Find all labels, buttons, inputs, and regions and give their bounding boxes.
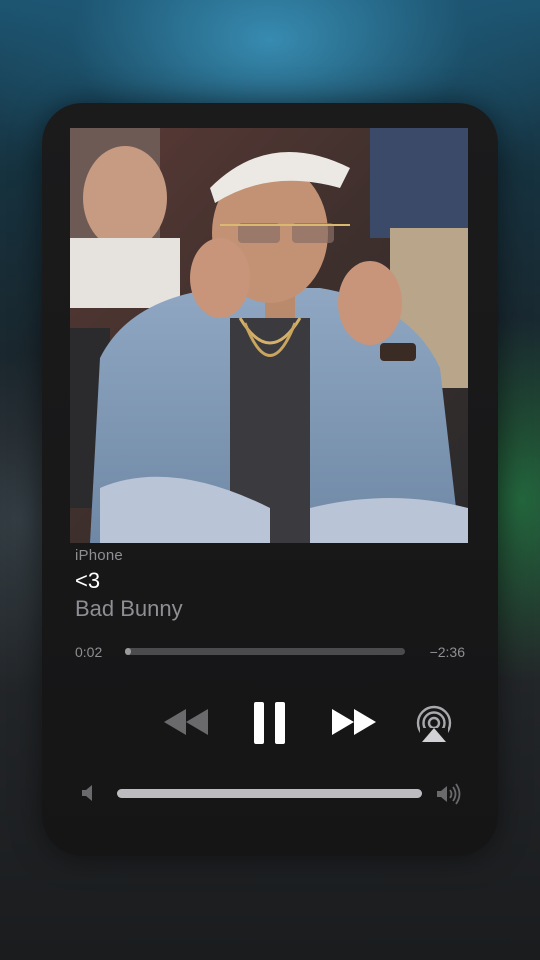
artist-name: Bad Bunny — [75, 596, 183, 621]
speaker-low-icon — [80, 785, 98, 807]
volume-low-indicator — [80, 783, 98, 803]
pause-button[interactable] — [248, 700, 292, 746]
rewind-icon — [162, 709, 212, 743]
rewind-button[interactable] — [162, 705, 212, 739]
volume-slider[interactable] — [117, 789, 422, 798]
elapsed-time: 0:02 — [75, 644, 103, 660]
volume-slider-fill — [117, 789, 422, 798]
speaker-high-icon — [435, 783, 465, 809]
airplay-button[interactable] — [414, 704, 454, 744]
fast-forward-icon — [328, 709, 378, 743]
now-playing-card: iPhone <3 Bad Bunny 0:02 −2:36 — [42, 103, 498, 856]
output-device-label: iPhone — [75, 547, 123, 564]
remaining-time: −2:36 — [429, 644, 465, 660]
pause-icon — [248, 702, 292, 750]
fast-forward-button[interactable] — [328, 705, 378, 739]
airplay-icon — [414, 705, 454, 748]
album-artwork — [70, 128, 468, 543]
track-title: <3 — [75, 568, 101, 593]
playback-scrubber[interactable] — [125, 648, 405, 655]
volume-high-indicator — [435, 783, 465, 805]
playback-progress-fill — [125, 648, 131, 655]
